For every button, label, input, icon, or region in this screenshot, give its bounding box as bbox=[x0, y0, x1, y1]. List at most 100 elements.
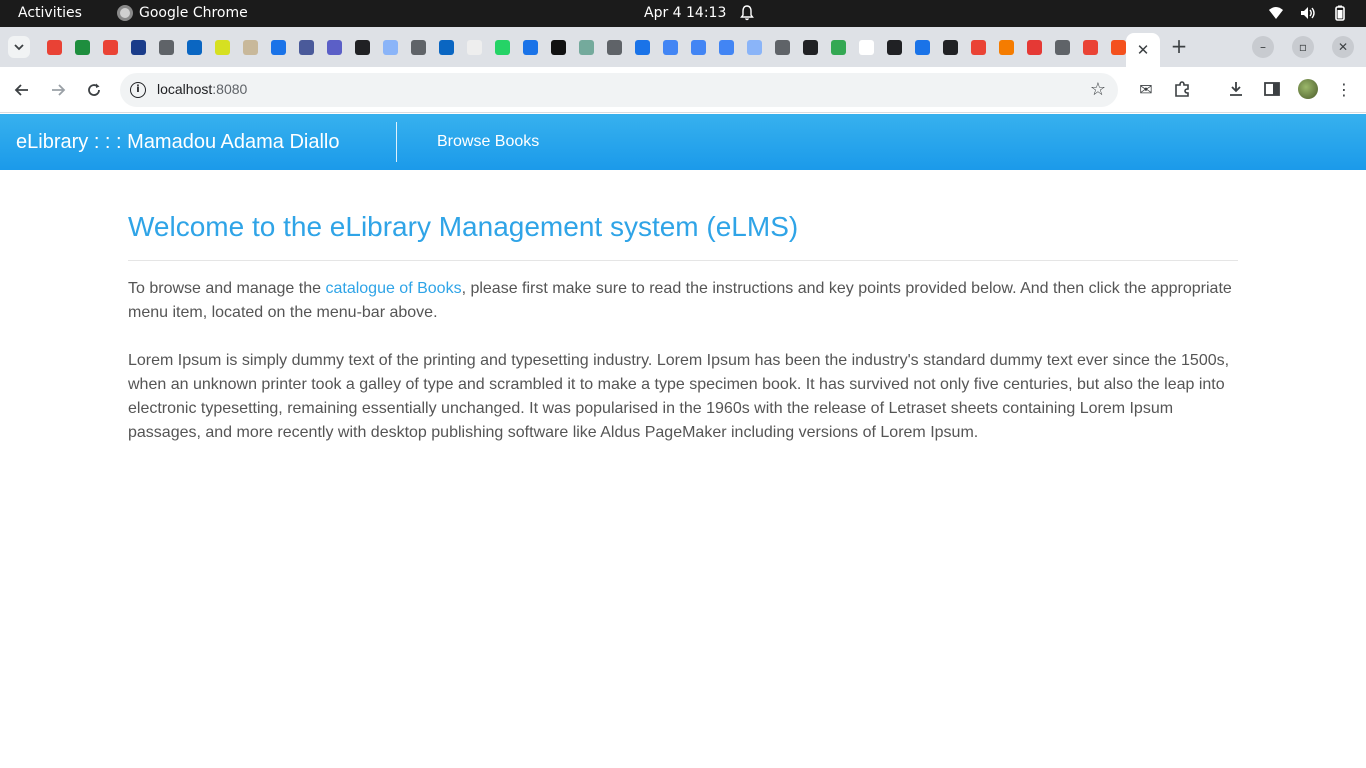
extensions-icon[interactable] bbox=[1172, 79, 1192, 99]
pinned-tab[interactable] bbox=[152, 37, 180, 57]
pinned-tab[interactable] bbox=[964, 37, 992, 57]
download-icon[interactable] bbox=[1226, 79, 1246, 99]
system-tray[interactable] bbox=[1268, 5, 1348, 21]
active-tab[interactable]: ✕ bbox=[1126, 33, 1160, 67]
tab-favicon-icon bbox=[494, 39, 510, 55]
tab-favicon-icon bbox=[606, 39, 622, 55]
pinned-tab[interactable] bbox=[40, 37, 68, 57]
pinned-tab[interactable] bbox=[1020, 37, 1048, 57]
close-tab-icon[interactable]: ✕ bbox=[1137, 41, 1150, 59]
pinned-tab[interactable] bbox=[516, 37, 544, 57]
chrome-menu-icon[interactable]: ⋮ bbox=[1334, 79, 1354, 99]
pinned-tab[interactable] bbox=[600, 37, 628, 57]
tab-search-button[interactable] bbox=[8, 36, 30, 58]
pinned-tab[interactable] bbox=[572, 37, 600, 57]
pinned-tab[interactable] bbox=[740, 37, 768, 57]
volume-icon bbox=[1301, 7, 1315, 19]
tab-favicon-icon bbox=[46, 39, 62, 55]
tab-favicon-icon bbox=[858, 39, 874, 55]
tab-favicon-icon bbox=[886, 39, 902, 55]
pinned-tab[interactable] bbox=[1076, 37, 1104, 57]
nav-link-browse-books[interactable]: Browse Books bbox=[437, 133, 539, 151]
pinned-tab[interactable] bbox=[292, 37, 320, 57]
pinned-tab[interactable] bbox=[320, 37, 348, 57]
pinned-tab[interactable] bbox=[796, 37, 824, 57]
tab-favicon-icon bbox=[298, 39, 314, 55]
page-title: Welcome to the eLibrary Management syste… bbox=[128, 211, 799, 242]
lorem-paragraph: Lorem Ipsum is simply dummy text of the … bbox=[128, 352, 1230, 441]
pinned-tab[interactable] bbox=[656, 37, 684, 57]
tab-favicon-icon bbox=[634, 39, 650, 55]
arrow-left-icon bbox=[14, 84, 28, 96]
tab-favicon-icon bbox=[1082, 39, 1098, 55]
pinned-tab[interactable] bbox=[208, 37, 236, 57]
pinned-tab[interactable] bbox=[852, 37, 880, 57]
tab-favicon-icon bbox=[466, 39, 482, 55]
tab-favicon-icon bbox=[746, 39, 762, 55]
pinned-tab[interactable] bbox=[768, 37, 796, 57]
tab-favicon-icon bbox=[214, 39, 230, 55]
intro-paragraph: To browse and manage the catalogue of Bo… bbox=[128, 280, 1232, 321]
pinned-tab[interactable] bbox=[460, 37, 488, 57]
back-button[interactable] bbox=[10, 78, 34, 102]
pinned-tab[interactable] bbox=[936, 37, 964, 57]
new-tab-button[interactable]: + bbox=[1168, 36, 1190, 58]
close-window-button[interactable]: ✕ bbox=[1332, 36, 1354, 58]
pinned-tab[interactable] bbox=[96, 37, 124, 57]
os-top-bar: Activities Google Chrome Apr 4 14:13 bbox=[0, 0, 1366, 27]
tab-favicon-icon bbox=[354, 39, 370, 55]
tab-favicon-icon bbox=[802, 39, 818, 55]
tab-favicon-icon bbox=[774, 39, 790, 55]
app-menu[interactable]: Google Chrome bbox=[117, 5, 248, 21]
pinned-tab[interactable] bbox=[544, 37, 572, 57]
tab-favicon-icon bbox=[326, 39, 342, 55]
pinned-tab[interactable] bbox=[404, 37, 432, 57]
chrome-app-icon bbox=[117, 5, 133, 21]
pinned-tab[interactable] bbox=[348, 37, 376, 57]
pinned-tab[interactable] bbox=[1048, 37, 1076, 57]
pinned-tab[interactable] bbox=[68, 37, 96, 57]
site-info-icon[interactable]: i bbox=[130, 82, 146, 98]
app-navbar: eLibrary : : : Mamadou Adama Diallo Brow… bbox=[0, 114, 1366, 170]
tab-favicon-icon bbox=[718, 39, 734, 55]
pinned-tab[interactable] bbox=[684, 37, 712, 57]
tab-favicon-icon bbox=[662, 39, 678, 55]
pinned-tab[interactable] bbox=[908, 37, 936, 57]
bookmark-star-icon[interactable]: ☆ bbox=[1090, 79, 1106, 100]
pinned-tab[interactable] bbox=[880, 37, 908, 57]
pinned-tab[interactable] bbox=[628, 37, 656, 57]
tab-favicon-icon bbox=[830, 39, 846, 55]
tab-favicon-icon bbox=[914, 39, 930, 55]
pinned-tab[interactable] bbox=[432, 37, 460, 57]
tab-strip: ✕ + – ▫ ✕ bbox=[0, 27, 1366, 67]
profile-avatar[interactable] bbox=[1298, 79, 1318, 99]
pinned-tab[interactable] bbox=[124, 37, 152, 57]
tab-favicon-icon bbox=[1026, 39, 1042, 55]
mail-extension-icon[interactable]: ✉ bbox=[1136, 79, 1156, 99]
tab-favicon-icon bbox=[1054, 39, 1070, 55]
pinned-tab[interactable] bbox=[488, 37, 516, 57]
side-panel-icon[interactable] bbox=[1262, 79, 1282, 99]
tab-favicon-icon bbox=[690, 39, 706, 55]
maximize-button[interactable]: ▫ bbox=[1292, 36, 1314, 58]
pinned-tabs bbox=[40, 37, 1132, 57]
reload-button[interactable] bbox=[82, 78, 106, 102]
pinned-tab[interactable] bbox=[264, 37, 292, 57]
catalogue-link[interactable]: catalogue of Books bbox=[325, 280, 461, 297]
activities-button[interactable]: Activities bbox=[18, 5, 82, 21]
wifi-icon bbox=[1269, 7, 1283, 19]
minimize-button[interactable]: – bbox=[1252, 36, 1274, 58]
pinned-tab[interactable] bbox=[236, 37, 264, 57]
pinned-tab[interactable] bbox=[180, 37, 208, 57]
pinned-tab[interactable] bbox=[712, 37, 740, 57]
forward-button[interactable] bbox=[46, 78, 70, 102]
pinned-tab[interactable] bbox=[376, 37, 404, 57]
address-bar[interactable]: i localhost:8080 ☆ bbox=[120, 73, 1118, 107]
pinned-tab[interactable] bbox=[824, 37, 852, 57]
url-text[interactable]: localhost:8080 bbox=[157, 81, 247, 97]
pinned-tab[interactable] bbox=[992, 37, 1020, 57]
tab-favicon-icon bbox=[382, 39, 398, 55]
clock[interactable]: Apr 4 14:13 bbox=[644, 5, 726, 21]
navbar-brand[interactable]: eLibrary : : : Mamadou Adama Diallo bbox=[16, 131, 340, 154]
tab-favicon-icon bbox=[578, 39, 594, 55]
